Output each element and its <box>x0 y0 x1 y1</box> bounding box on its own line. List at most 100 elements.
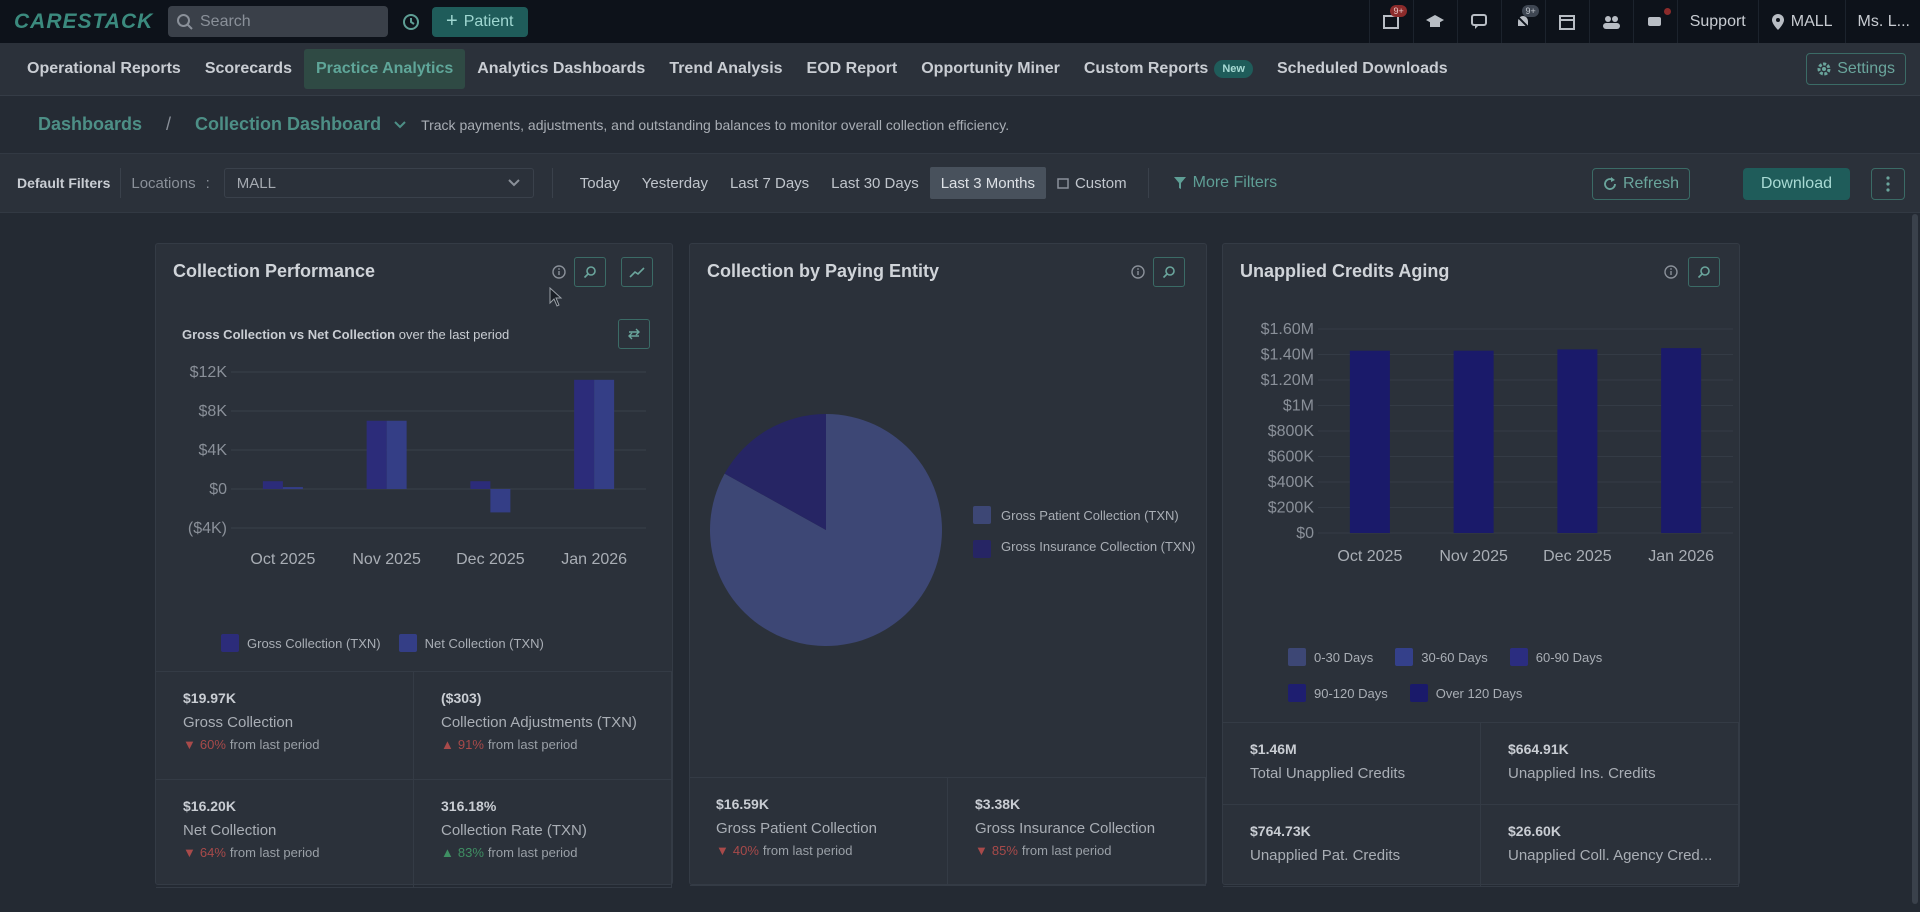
x-tick-label: Nov 2025 <box>352 551 421 568</box>
location-pin-icon <box>1771 13 1784 30</box>
y-tick-label: $8K <box>199 403 228 420</box>
stat-value: $664.91K <box>1508 741 1569 757</box>
info-icon[interactable] <box>1664 263 1678 284</box>
search-input[interactable]: Search <box>168 6 388 37</box>
stat-pct: 91% <box>457 737 484 752</box>
location-select-value: MALL <box>236 174 276 192</box>
calendar-icon[interactable] <box>1544 0 1589 43</box>
kebab-menu-icon <box>1886 176 1890 192</box>
legend-gross: Gross Collection (TXN) <box>247 635 381 651</box>
messages-icon[interactable] <box>1632 0 1677 43</box>
bar-net <box>594 379 615 489</box>
nav-custom-reports[interactable]: Custom Reports New <box>1072 49 1265 89</box>
user-menu[interactable]: Ms. L... <box>1844 0 1920 43</box>
legend-label: 30-60 Days <box>1421 649 1488 665</box>
y-tick-label: $1.20M <box>1261 372 1314 389</box>
stat-collection-rate: 316.18% Collection Rate (TXN) ▲ 83% from l… <box>414 780 672 888</box>
card-title: Unapplied Credits Aging <box>1240 260 1450 281</box>
paying-entity-card: Collection by Paying Entity Gross Patien… <box>689 243 1207 886</box>
chat-icon[interactable] <box>1456 0 1501 43</box>
stat-change: ▼ 40% from last period <box>716 843 947 858</box>
legend-item: Gross Patient Collection (TXN) <box>973 506 1203 524</box>
legend-swatch-net <box>398 634 417 652</box>
default-filters-label: Default Filters <box>17 175 111 191</box>
swap-chart-button[interactable] <box>618 319 650 349</box>
unapplied-credits-chart: $1.60M $1.40M $1.20M $1M $800K $600K $400K $200… <box>1261 321 1733 565</box>
card-title: Collection Performance <box>173 260 376 281</box>
breadcrumb: Dashboards / Collection Dashboard Track … <box>0 96 1920 153</box>
search-icon <box>1697 266 1710 279</box>
date-last-3-months-button[interactable]: Last 3 Months <box>929 167 1046 199</box>
x-tick-label: Jan 2026 <box>561 551 627 568</box>
legend-item: 30-60 Days <box>1395 648 1488 666</box>
graduation-cap-icon[interactable] <box>1412 0 1457 43</box>
dashboard-content: Collection Performance Gross Collection … <box>0 213 1920 912</box>
info-icon[interactable] <box>552 263 566 284</box>
perf-legend: Gross Collection (TXN) Net Collection (T… <box>221 634 544 652</box>
trend-button[interactable] <box>621 257 653 287</box>
date-custom-button[interactable]: Custom <box>1046 167 1138 199</box>
refresh-button[interactable]: Refresh <box>1591 168 1690 200</box>
settings-button[interactable]: Settings <box>1806 53 1906 85</box>
nav-scorecards[interactable]: Scorecards <box>193 49 304 89</box>
page-scrollbar[interactable] <box>1912 214 1918 904</box>
chevron-down-icon[interactable] <box>393 120 407 130</box>
caret-down-icon: ▼ <box>975 843 988 858</box>
divider <box>551 168 553 198</box>
users-icon[interactable] <box>1588 0 1633 43</box>
location-select[interactable]: MALL <box>223 168 534 198</box>
tasks-icon[interactable]: 9+ <box>1368 0 1413 43</box>
nav-operational-reports[interactable]: Operational Reports <box>15 49 193 89</box>
more-options-button[interactable] <box>1871 168 1905 200</box>
stat-label: Unapplied Pat. Credits <box>1250 847 1401 864</box>
filter-icon <box>1173 177 1186 189</box>
breadcrumb-dashboards[interactable]: Dashboards <box>38 114 142 135</box>
legend-swatch-insurance <box>973 540 991 558</box>
stat-value: $19.97K <box>183 690 236 706</box>
nav-trend-analysis[interactable]: Trend Analysis <box>657 49 794 89</box>
trend-line-icon <box>629 267 645 278</box>
y-tick-label: $0 <box>209 481 227 498</box>
bar-net <box>386 420 407 489</box>
breadcrumb-current[interactable]: Collection Dashboard <box>195 114 381 135</box>
nav-opportunity-miner[interactable]: Opportunity Miner <box>909 49 1072 89</box>
history-icon[interactable] <box>400 11 422 33</box>
download-button[interactable]: Download <box>1742 168 1850 200</box>
add-patient-button[interactable]: + Patient <box>432 6 528 37</box>
date-last-7-days-button[interactable]: Last 7 Days <box>719 167 820 199</box>
location-switcher[interactable]: MALL <box>1757 0 1845 43</box>
legend-label: 90-120 Days <box>1314 685 1388 701</box>
refresh-label: Refresh <box>1622 175 1679 192</box>
stat-gross-collection: $19.97K Gross Collection ▼ 60% from last p… <box>156 672 414 780</box>
nav-eod-report[interactable]: EOD Report <box>795 49 910 89</box>
more-filters-button[interactable]: More Filters <box>1173 174 1277 192</box>
swap-icon <box>628 328 640 340</box>
zoom-button[interactable] <box>1153 257 1185 287</box>
breadcrumb-separator: / <box>166 114 172 134</box>
carestack-logo[interactable]: CARESTACK <box>14 10 154 34</box>
nav-analytics-dashboards[interactable]: Analytics Dashboards <box>465 49 657 89</box>
nav-practice-analytics[interactable]: Practice Analytics <box>303 49 466 89</box>
zoom-button[interactable] <box>1688 257 1720 287</box>
date-yesterday-button[interactable]: Yesterday <box>631 167 719 199</box>
date-last-30-days-button[interactable]: Last 30 Days <box>820 167 930 199</box>
x-tick-label: Oct 2025 <box>250 551 315 568</box>
info-icon[interactable] <box>1131 263 1145 284</box>
stat-change: ▼ 85% from last period <box>975 843 1205 858</box>
stat-value: ($303) <box>441 690 482 706</box>
bar-segment <box>1661 348 1702 533</box>
search-icon <box>1162 266 1175 279</box>
support-link[interactable]: Support <box>1676 0 1758 43</box>
stat-value: $3.38K <box>975 796 1021 812</box>
location-label: MALL <box>1790 12 1833 30</box>
new-badge: New <box>1214 60 1253 78</box>
y-tick-label: $1.40M <box>1261 347 1314 364</box>
legend-item: Over 120 Days <box>1409 684 1522 702</box>
date-today-button[interactable]: Today <box>569 167 631 199</box>
nav-scheduled-downloads[interactable]: Scheduled Downloads <box>1265 49 1460 89</box>
zoom-button[interactable] <box>574 257 606 287</box>
stat-label: Total Unapplied Credits <box>1250 765 1406 782</box>
aging-stats: $1.46M Total Unapplied Credits $664.91K … <box>1223 722 1739 887</box>
notifications-off-icon[interactable]: 9+ <box>1500 0 1545 43</box>
paying-entity-pie <box>710 414 942 646</box>
